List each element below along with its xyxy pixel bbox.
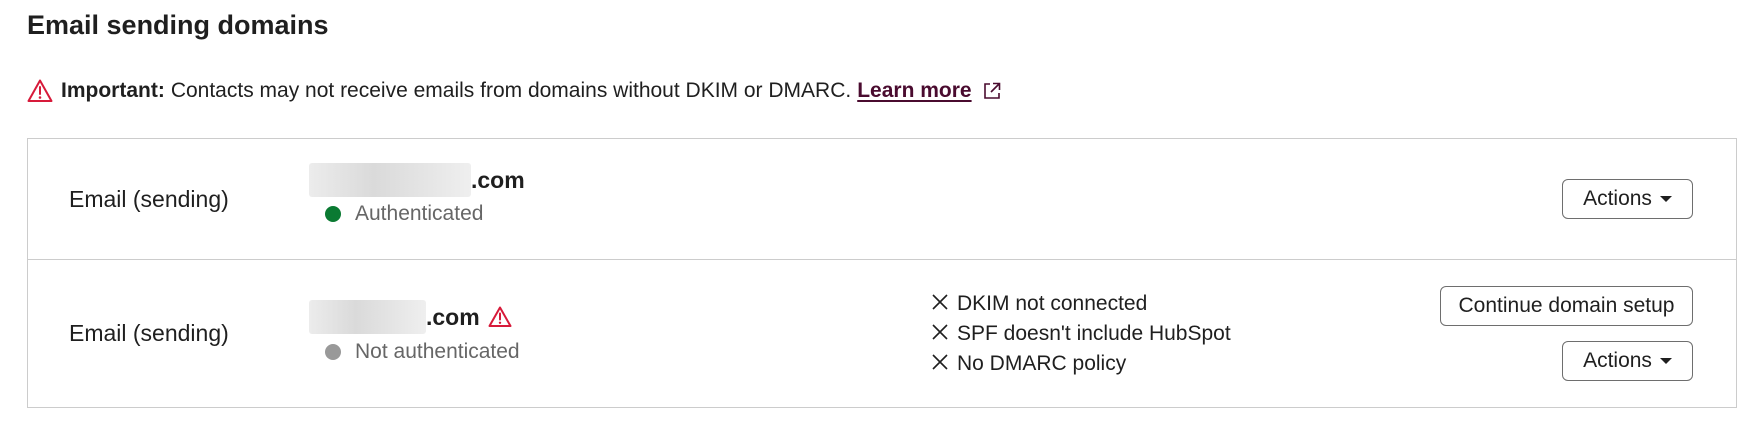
- status-text: Not authenticated: [355, 340, 520, 363]
- redacted-domain: [309, 300, 426, 334]
- authentication-issues-list: DKIM not connected SPF doesn't include H…: [931, 289, 1231, 379]
- status-badge: Authenticated: [325, 202, 483, 226]
- status-dot-icon: [325, 206, 341, 222]
- actions-button-label: Actions: [1583, 187, 1652, 210]
- domain-name: .com: [309, 163, 525, 197]
- status-dot-icon: [325, 344, 341, 360]
- list-item: SPF doesn't include HubSpot: [931, 319, 1231, 349]
- domains-table: Email (sending) .com Authenticated Actio…: [27, 138, 1737, 408]
- list-item: No DMARC policy: [931, 349, 1231, 379]
- warning-triangle-icon: [488, 305, 512, 329]
- domain-suffix: .com: [426, 303, 480, 330]
- x-icon: [931, 353, 949, 371]
- x-icon: [931, 323, 949, 341]
- redacted-domain: [309, 163, 471, 197]
- actions-button-label: Actions: [1583, 349, 1652, 372]
- notice-prefix: Important:: [61, 79, 165, 102]
- domain-row: Email (sending) .com Not authenticated D…: [28, 260, 1736, 407]
- dkim-dmarc-notice: Important: Contacts may not receive emai…: [27, 76, 1002, 106]
- issue-text: No DMARC policy: [957, 352, 1127, 375]
- caret-down-icon: [1659, 196, 1672, 202]
- actions-button[interactable]: Actions: [1562, 341, 1693, 381]
- notice-message: Contacts may not receive emails from dom…: [170, 79, 852, 102]
- caret-down-icon: [1659, 358, 1672, 364]
- domain-type-label: Email (sending): [69, 320, 229, 346]
- status-text: Authenticated: [355, 202, 484, 225]
- domain-name: .com: [309, 300, 512, 334]
- learn-more-link[interactable]: Learn more: [857, 79, 971, 103]
- issue-text: DKIM not connected: [957, 292, 1148, 315]
- page-title: Email sending domains: [27, 10, 329, 40]
- domain-type-label: Email (sending): [69, 186, 229, 212]
- list-item: DKIM not connected: [931, 289, 1231, 319]
- warning-triangle-icon: [27, 78, 53, 104]
- actions-button[interactable]: Actions: [1562, 179, 1693, 219]
- issue-text: SPF doesn't include HubSpot: [957, 322, 1231, 345]
- x-icon: [931, 293, 949, 311]
- continue-domain-setup-button[interactable]: Continue domain setup: [1440, 286, 1693, 326]
- domain-suffix: .com: [471, 166, 525, 193]
- domain-row: Email (sending) .com Authenticated Actio…: [28, 139, 1736, 260]
- status-badge: Not authenticated: [325, 340, 520, 364]
- external-link-icon[interactable]: [982, 81, 1002, 101]
